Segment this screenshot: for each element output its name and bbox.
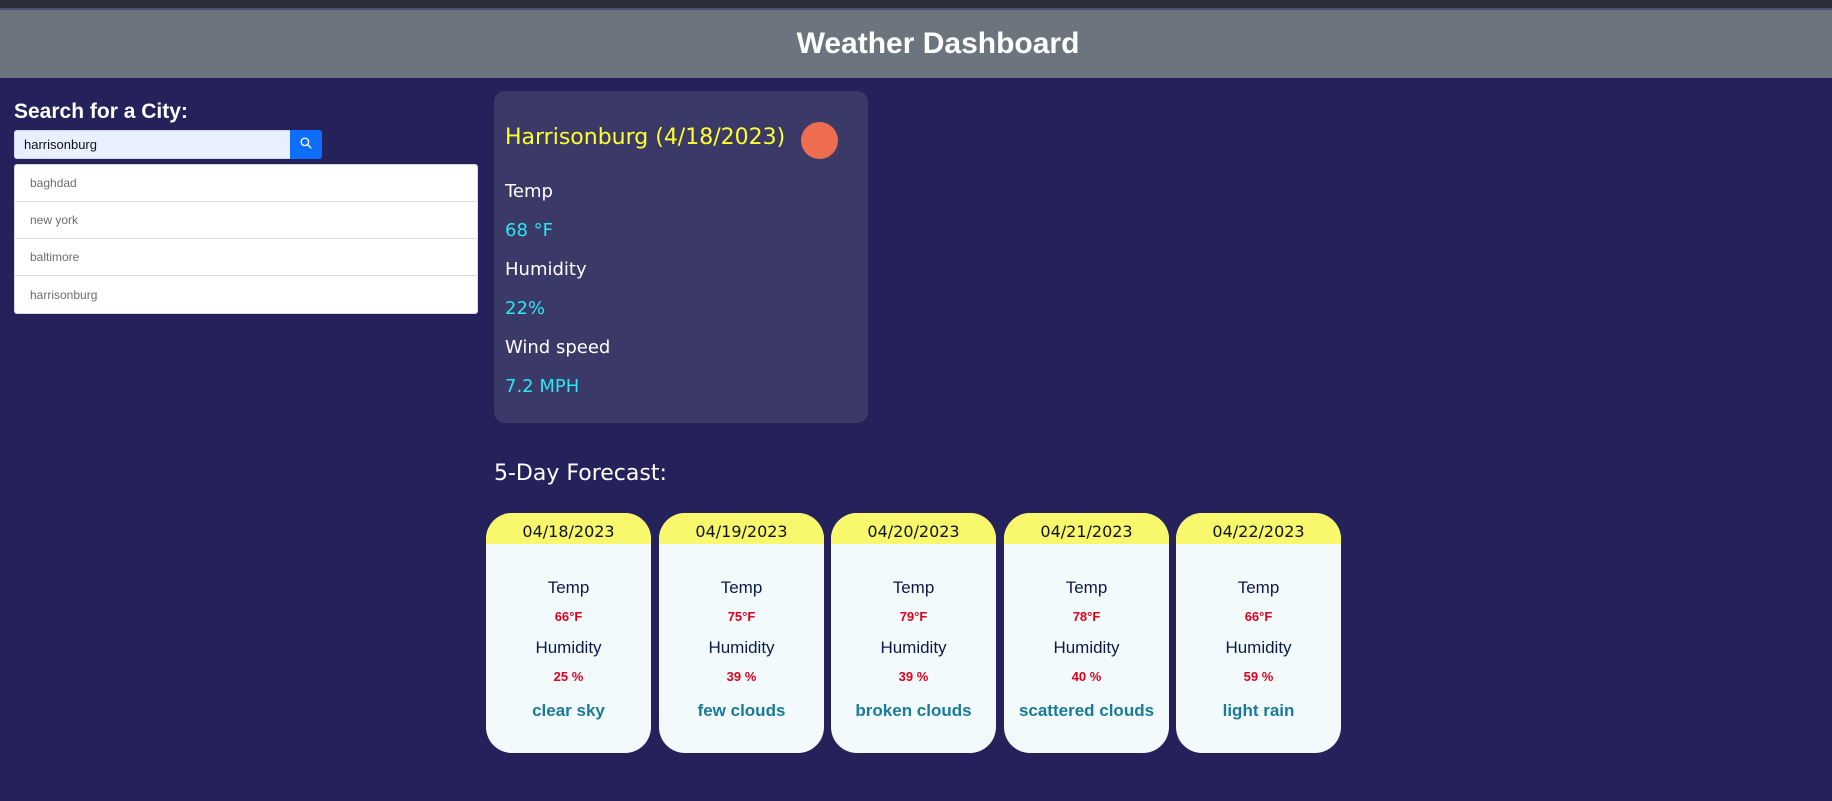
forecast-temp-label: Temp xyxy=(892,578,935,597)
history-item-harrisonburg[interactable]: harrisonburg xyxy=(15,276,477,313)
city-search-input[interactable] xyxy=(14,130,290,159)
current-humidity-label: Humidity xyxy=(505,259,587,280)
forecast-humidity-value: 25 % xyxy=(553,669,584,684)
current-temp-value: 68 °F xyxy=(505,220,553,241)
search-button[interactable] xyxy=(290,130,322,159)
forecast-date: 04/22/2023 xyxy=(1176,513,1341,544)
forecast-date: 04/19/2023 xyxy=(659,513,824,544)
weather-icon xyxy=(801,122,838,159)
search-history-list: baghdad new york baltimore harrisonburg xyxy=(14,164,478,314)
history-item-baghdad[interactable]: baghdad xyxy=(15,165,477,202)
current-city-title: Harrisonburg (4/18/2023) xyxy=(505,125,786,150)
forecast-temp-label: Temp xyxy=(547,578,590,597)
forecast-humidity-value: 39 % xyxy=(898,669,929,684)
forecast-temp-label: Temp xyxy=(1065,578,1108,597)
page-title: Weather Dashboard xyxy=(796,27,1080,60)
forecast-date: 04/21/2023 xyxy=(1004,513,1169,544)
forecast-temp-value: 66°F xyxy=(554,609,583,624)
forecast-temp-value: 79°F xyxy=(899,609,928,624)
forecast-humidity-label: Humidity xyxy=(535,638,602,657)
forecast-temp-value: 66°F xyxy=(1244,609,1273,624)
forecast-title: 5-Day Forecast: xyxy=(494,461,667,486)
forecast-humidity-value: 39 % xyxy=(726,669,757,684)
forecast-temp-label: Temp xyxy=(1237,578,1280,597)
forecast-card: 04/21/2023 Temp 78°F Humidity 40 % scatt… xyxy=(1004,513,1169,753)
forecast-date: 04/20/2023 xyxy=(831,513,996,544)
forecast-humidity-value: 40 % xyxy=(1071,669,1102,684)
forecast-temp-value: 75°F xyxy=(727,609,756,624)
current-temp-label: Temp xyxy=(505,181,553,202)
forecast-humidity-label: Humidity xyxy=(708,638,775,657)
forecast-date: 04/18/2023 xyxy=(486,513,651,544)
forecast-humidity-label: Humidity xyxy=(1225,638,1292,657)
current-humidity-value: 22% xyxy=(505,298,546,319)
search-icon xyxy=(300,137,312,152)
forecast-description: broken clouds xyxy=(855,701,972,720)
current-weather-card: Harrisonburg (4/18/2023) Temp 68 °F Humi… xyxy=(494,91,868,423)
history-item-new-york[interactable]: new york xyxy=(15,202,477,239)
current-wind-label: Wind speed xyxy=(505,337,611,358)
forecast-description: light rain xyxy=(1222,701,1295,720)
forecast-description: scattered clouds xyxy=(1018,701,1155,720)
forecast-description: clear sky xyxy=(532,701,605,720)
browser-top-strip xyxy=(0,0,1832,10)
forecast-card: 04/18/2023 Temp 66°F Humidity 25 % clear… xyxy=(486,513,651,753)
search-bar xyxy=(14,130,322,159)
page-header: Weather Dashboard xyxy=(0,10,1832,78)
forecast-humidity-label: Humidity xyxy=(880,638,947,657)
forecast-temp-label: Temp xyxy=(720,578,763,597)
forecast-description: few clouds xyxy=(697,701,786,720)
search-label: Search for a City: xyxy=(14,100,188,123)
forecast-humidity-label: Humidity xyxy=(1053,638,1120,657)
forecast-humidity-value: 59 % xyxy=(1243,669,1274,684)
forecast-card: 04/19/2023 Temp 75°F Humidity 39 % few c… xyxy=(659,513,824,753)
forecast-card: 04/20/2023 Temp 79°F Humidity 39 % broke… xyxy=(831,513,996,753)
current-wind-value: 7.2 MPH xyxy=(505,376,580,397)
history-item-baltimore[interactable]: baltimore xyxy=(15,239,477,276)
forecast-temp-value: 78°F xyxy=(1072,609,1101,624)
forecast-card: 04/22/2023 Temp 66°F Humidity 59 % light… xyxy=(1176,513,1341,753)
